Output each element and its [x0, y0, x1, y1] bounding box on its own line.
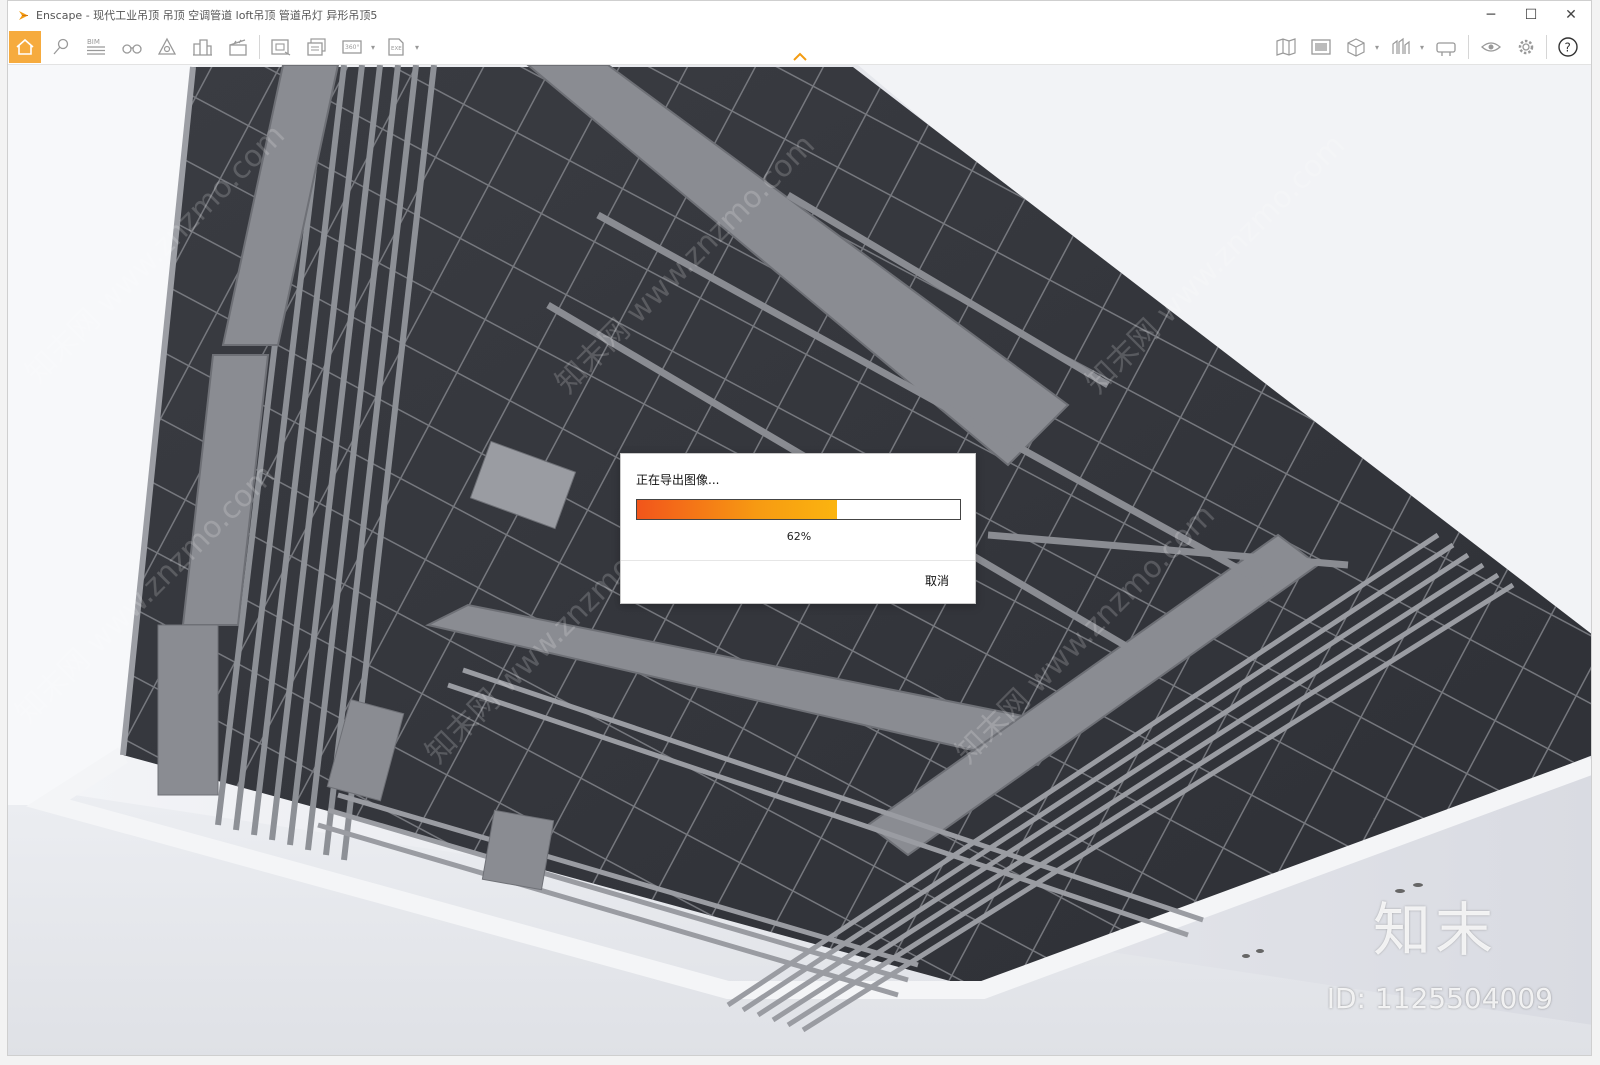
- location-button[interactable]: [45, 31, 77, 63]
- settings-button[interactable]: [1510, 31, 1542, 63]
- panorama-360-icon: 360°: [342, 40, 362, 54]
- buildings-button[interactable]: [186, 31, 218, 63]
- cloud-upload-icon: [1392, 37, 1410, 54]
- chevron-down-icon[interactable]: ▾: [413, 41, 421, 53]
- toolbar-separator: [1546, 35, 1547, 59]
- visual-settings-button[interactable]: [1305, 31, 1337, 63]
- svg-text:EXE: EXE: [391, 46, 402, 52]
- collapse-toolbar-icon[interactable]: [792, 49, 808, 63]
- main-toolbar: BIM 360° ▾ EXE ▾ ▾ ▾ ?: [8, 29, 1591, 65]
- vr-button[interactable]: [1430, 31, 1462, 63]
- window-controls: ─ ☐ ✕: [1471, 1, 1591, 29]
- toolbar-separator: [1468, 35, 1469, 59]
- bim-button[interactable]: BIM: [80, 31, 112, 63]
- window-title: Enscape - 现代工业吊顶 吊顶 空调管道 loft吊顶 管道吊灯 异形吊…: [36, 9, 378, 22]
- brand-watermark: 知末: [1372, 896, 1497, 964]
- view-mode-button[interactable]: [1475, 31, 1507, 63]
- bim-icon: BIM: [87, 38, 105, 55]
- enscape-window: Enscape - 现代工业吊顶 吊顶 空调管道 loft吊顶 管道吊灯 异形吊…: [7, 0, 1592, 1056]
- enscape-logo-icon: [16, 8, 30, 22]
- title-bar: Enscape - 现代工业吊顶 吊顶 空调管道 loft吊顶 管道吊灯 异形吊…: [8, 1, 1591, 29]
- eye-icon: [1481, 42, 1501, 52]
- view-cube-button[interactable]: [1340, 31, 1372, 63]
- vr-headset-icon: [1436, 42, 1456, 56]
- export-exe-icon: EXE: [388, 38, 404, 56]
- map-button[interactable]: [1270, 31, 1302, 63]
- dialog-title: 正在导出图像...: [636, 473, 720, 487]
- progress-bar-fill: [637, 500, 838, 519]
- video-editor-button[interactable]: [222, 31, 254, 63]
- close-button[interactable]: ✕: [1551, 1, 1591, 29]
- maximize-button[interactable]: ☐: [1511, 1, 1551, 29]
- asset-library-button[interactable]: [151, 31, 183, 63]
- cancel-button[interactable]: 取消: [925, 572, 949, 589]
- toolbar-separator: [259, 35, 260, 59]
- binoculars-icon: [122, 44, 142, 54]
- chevron-down-icon[interactable]: ▾: [1373, 41, 1381, 53]
- panorama-button[interactable]: 360°: [336, 31, 368, 63]
- svg-text:BIM: BIM: [87, 38, 100, 46]
- batch-render-icon: [307, 38, 326, 56]
- image-id-watermark: ID: 1125504009: [1326, 982, 1553, 1015]
- chevron-down-icon[interactable]: ▾: [369, 41, 377, 53]
- svg-text:?: ?: [1565, 41, 1571, 55]
- location-pin-icon: [53, 38, 69, 55]
- chevron-down-icon[interactable]: ▾: [1418, 41, 1426, 53]
- help-icon: ?: [1558, 37, 1578, 57]
- batch-render-button[interactable]: [301, 31, 333, 63]
- asset-library-icon: [157, 37, 177, 55]
- minimize-button[interactable]: ─: [1471, 1, 1511, 29]
- dialog-divider: [621, 560, 975, 561]
- home-button[interactable]: [9, 31, 41, 63]
- upload-button[interactable]: [1385, 31, 1417, 63]
- clapperboard-icon: [229, 39, 247, 56]
- gear-icon: [1518, 39, 1534, 55]
- map-icon: [1276, 38, 1296, 56]
- cube-view-icon: [1347, 38, 1365, 57]
- help-button[interactable]: ?: [1552, 31, 1584, 63]
- screenshot-icon: [271, 39, 291, 56]
- visual-settings-icon: [1311, 39, 1331, 55]
- buildings-icon: [193, 39, 212, 56]
- export-progress-dialog: 正在导出图像... 62% 取消: [620, 453, 976, 604]
- screenshot-button[interactable]: [265, 31, 297, 63]
- export-exe-button[interactable]: EXE: [380, 31, 412, 63]
- home-icon: [16, 38, 34, 55]
- binoculars-button[interactable]: [116, 31, 148, 63]
- progress-percentage: 62%: [786, 530, 812, 543]
- svg-text:360°: 360°: [345, 44, 359, 51]
- progress-bar: [636, 499, 961, 520]
